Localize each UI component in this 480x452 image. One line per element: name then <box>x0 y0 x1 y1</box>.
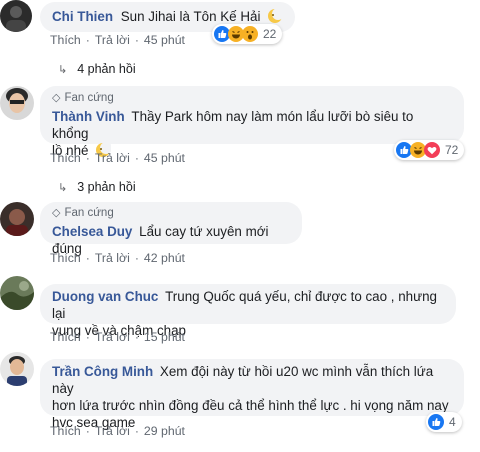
timestamp[interactable]: 15 phút <box>144 330 185 344</box>
reply-arrow-icon: ↳ <box>58 181 68 194</box>
comment-actions: Thích · Trả lời · 15 phút <box>50 330 185 344</box>
love-reaction-icon <box>424 142 440 158</box>
avatar[interactable] <box>0 86 34 120</box>
fan-badge: ◇ Fan cứng <box>52 90 452 107</box>
view-replies[interactable]: ↳ 4 phản hồi <box>58 62 136 76</box>
diamond-icon: ◇ <box>52 92 61 104</box>
timestamp[interactable]: 29 phút <box>144 424 185 438</box>
comment-actions: Thích · Trả lời · 45 phút <box>50 33 185 47</box>
like-link[interactable]: Thích <box>50 251 81 265</box>
reaction-count: 72 <box>445 143 459 157</box>
like-link[interactable]: Thích <box>50 424 81 438</box>
replies-count[interactable]: 3 phản hồi <box>77 180 135 194</box>
comment-bubble: ◇ Fan cứng Thành Vinh Thầy Park hôm nay … <box>40 86 464 158</box>
diamond-icon: ◇ <box>52 207 61 219</box>
reply-link[interactable]: Trả lời <box>95 330 130 344</box>
badge-label: Fan cứng <box>64 207 114 219</box>
reply-arrow-icon: ↳ <box>58 63 68 76</box>
comment-bubble: Trần Công Minh Xem đội này từ hồi u20 wc… <box>40 359 464 430</box>
avatar[interactable] <box>0 352 34 386</box>
avatar[interactable] <box>0 276 34 310</box>
comment-actions: Thích · Trả lời · 45 phút <box>50 151 185 165</box>
timestamp[interactable]: 45 phút <box>144 33 185 47</box>
comment-actions: Thích · Trả lời · 29 phút <box>50 424 185 438</box>
comment-bubble: Duong van Chuc Trung Quốc quá yếu, chỉ đ… <box>40 284 456 338</box>
comment-author[interactable]: Duong van Chuc <box>52 289 158 304</box>
like-link[interactable]: Thích <box>50 330 81 344</box>
comment-actions: Thích · Trả lời · 42 phút <box>50 251 185 265</box>
moon-face-emoji-icon <box>268 8 284 23</box>
comment-author[interactable]: Chelsea Duy <box>52 224 132 239</box>
timestamp[interactable]: 45 phút <box>144 151 185 165</box>
reply-link[interactable]: Trả lời <box>95 151 130 165</box>
reaction-count: 22 <box>263 27 277 41</box>
comment-author[interactable]: Chi Thien <box>52 9 113 24</box>
avatar[interactable] <box>0 202 34 236</box>
like-reaction-icon <box>428 414 444 430</box>
comment-text-continued: hơn lứa trước nhìn đồng đều cả thể hình … <box>52 398 449 413</box>
reaction-summary[interactable]: 72 <box>394 140 465 160</box>
reaction-summary[interactable]: 22 <box>212 24 283 44</box>
reply-link[interactable]: Trả lời <box>95 33 130 47</box>
reply-link[interactable]: Trả lời <box>95 424 130 438</box>
wow-reaction-icon <box>242 26 258 42</box>
reply-link[interactable]: Trả lời <box>95 251 130 265</box>
timestamp[interactable]: 42 phút <box>144 251 185 265</box>
comment-text: Sun Jihai là Tôn Kế Hải <box>120 9 261 24</box>
badge-label: Fan cứng <box>64 92 114 104</box>
like-link[interactable]: Thích <box>50 151 81 165</box>
replies-count[interactable]: 4 phản hồi <box>77 62 135 76</box>
fan-badge: ◇ Fan cứng <box>52 205 290 222</box>
comment-bubble: ◇ Fan cứng Chelsea Duy Lẩu cay tứ xuyên … <box>40 202 302 256</box>
like-link[interactable]: Thích <box>50 33 81 47</box>
reaction-count: 4 <box>449 415 456 429</box>
comment-author[interactable]: Trần Công Minh <box>52 364 153 379</box>
reaction-summary[interactable]: 4 <box>426 412 462 432</box>
comment-author[interactable]: Thành Vinh <box>52 109 125 124</box>
view-replies[interactable]: ↳ 3 phản hồi <box>58 180 136 194</box>
avatar[interactable] <box>0 0 32 32</box>
